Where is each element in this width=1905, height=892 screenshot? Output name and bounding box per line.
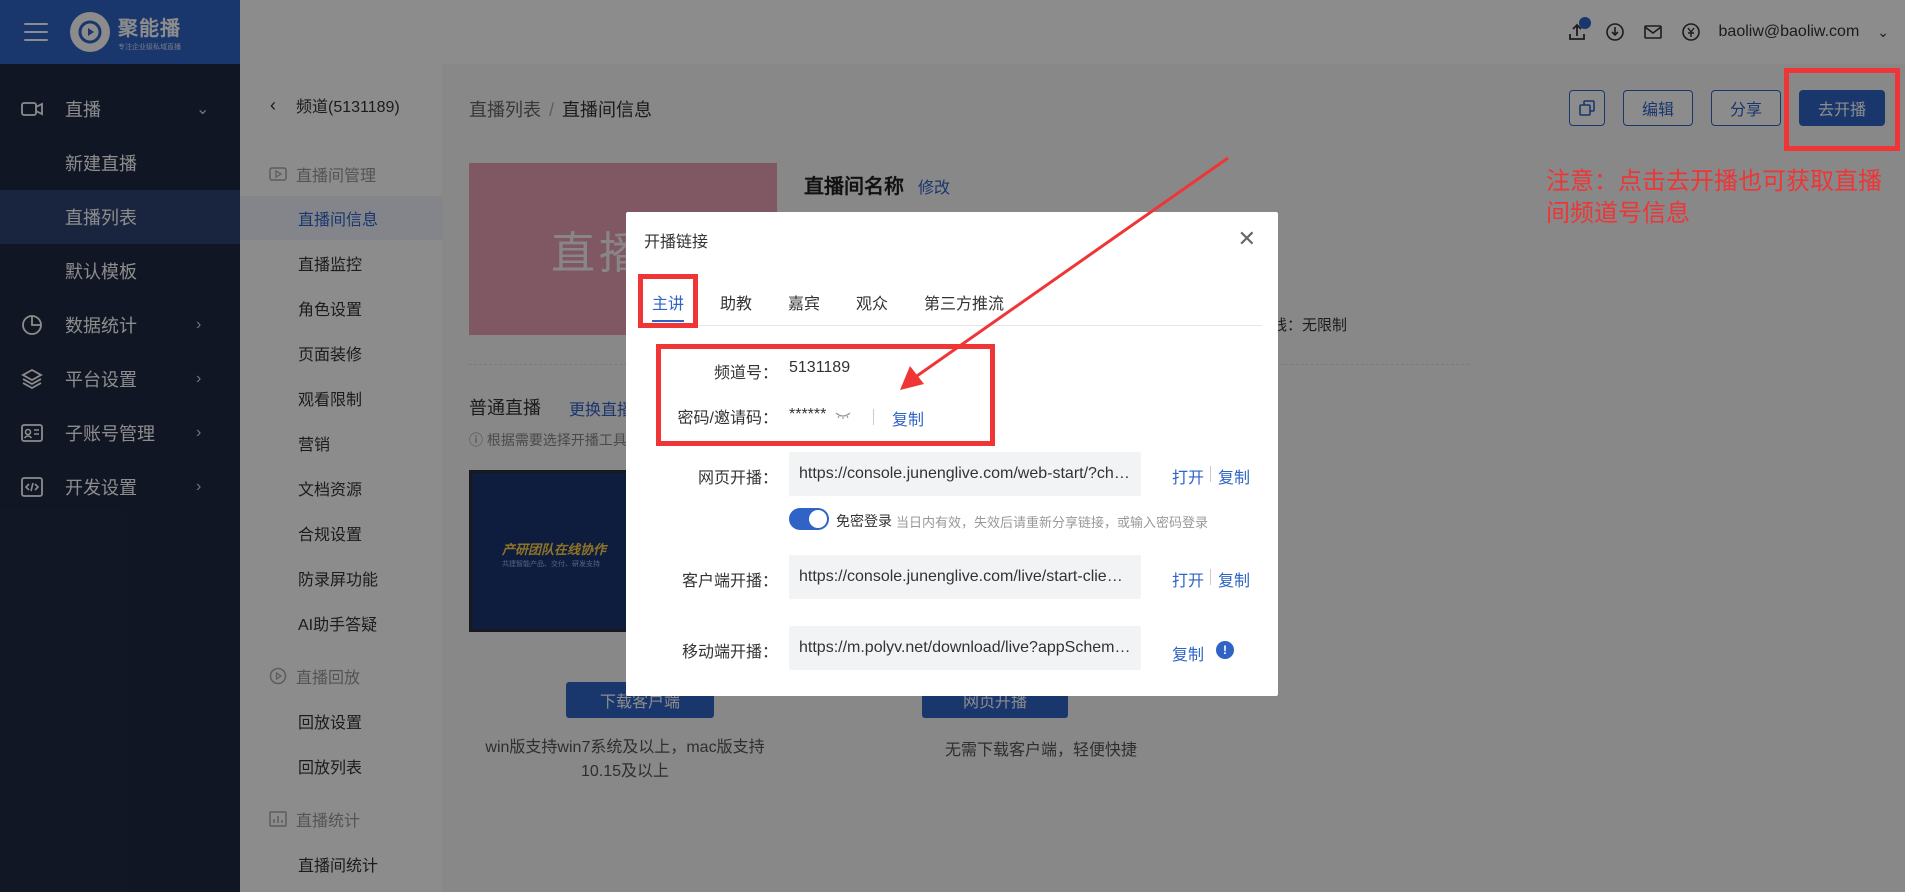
highlight-channel-info <box>656 344 995 446</box>
open-client-link[interactable]: 打开 <box>1172 567 1204 591</box>
dialog-title: 开播链接 <box>644 234 709 251</box>
open-web-link[interactable]: 打开 <box>1172 464 1204 488</box>
client-start-url-field[interactable]: https://console.junenglive.com/live/star… <box>789 555 1141 599</box>
mobile-start-label: 移动端开播： <box>681 644 778 661</box>
client-start-label: 客户端开播： <box>681 573 778 590</box>
web-start-url: https://console.junenglive.com/web-start… <box>799 465 1131 482</box>
web-start-label: 网页开播： <box>697 470 778 487</box>
copy-client-link[interactable]: 复制 <box>1218 567 1250 591</box>
tab-assistant[interactable]: 助教 <box>720 290 752 314</box>
mobile-start-url: https://m.polyv.net/download/live?appSch… <box>799 639 1131 656</box>
alert-icon[interactable]: ! <box>1216 641 1234 659</box>
tab-guest[interactable]: 嘉宾 <box>788 290 820 314</box>
client-start-url: https://console.junenglive.com/live/star… <box>799 568 1131 585</box>
separator <box>1210 569 1211 585</box>
free-login-toggle[interactable] <box>789 508 829 530</box>
tab-third-party[interactable]: 第三方推流 <box>924 290 1004 314</box>
highlight-host-tab <box>638 274 698 328</box>
copy-web-link[interactable]: 复制 <box>1218 464 1250 488</box>
free-login-tip: 当日内有效，失效后请重新分享链接，或输入密码登录 <box>896 515 1209 530</box>
tab-audience[interactable]: 观众 <box>856 290 888 314</box>
close-icon[interactable]: ✕ <box>1238 226 1256 252</box>
highlight-start-button <box>1784 68 1900 151</box>
separator <box>1210 466 1211 482</box>
start-link-dialog: 开播链接 ✕ 主讲 助教 嘉宾 观众 第三方推流 频道号： 5131189 密码… <box>626 212 1278 696</box>
free-login-label: 免密登录 <box>836 513 892 529</box>
mobile-start-url-field[interactable]: https://m.polyv.net/download/live?appSch… <box>789 626 1141 670</box>
copy-mobile-link[interactable]: 复制 <box>1172 641 1204 665</box>
annotation-note: 注意：点击去开播也可获取直播间频道号信息 <box>1546 168 1882 227</box>
role-tabs: 主讲 助教 嘉宾 观众 第三方推流 <box>642 290 1262 326</box>
web-start-url-field[interactable]: https://console.junenglive.com/web-start… <box>789 452 1141 496</box>
